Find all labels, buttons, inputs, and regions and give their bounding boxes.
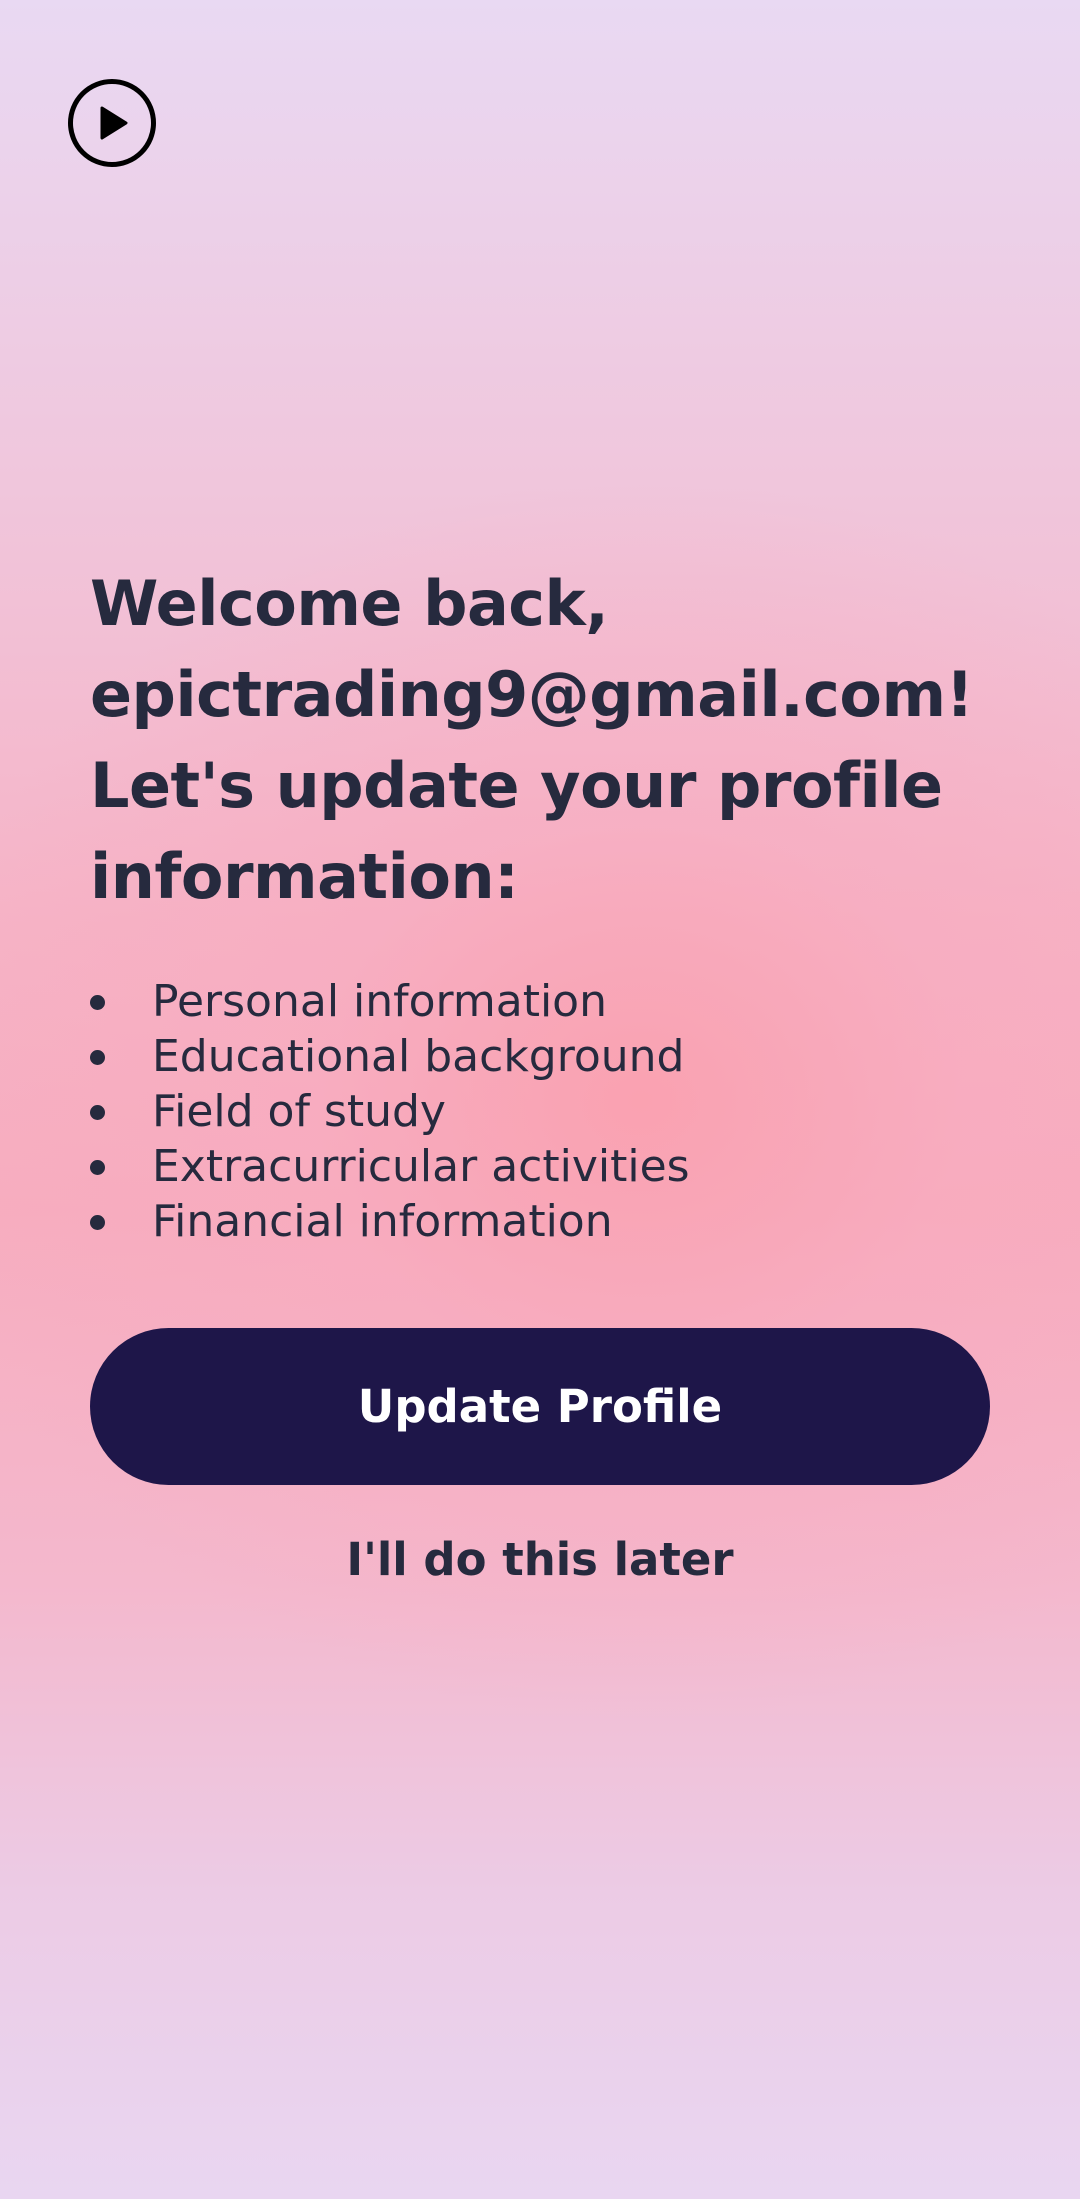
welcome-line-1: Welcome back, xyxy=(90,567,609,640)
play-circle-icon[interactable] xyxy=(68,79,156,167)
list-item: Field of study xyxy=(90,1084,990,1139)
do-later-link[interactable]: I'll do this later xyxy=(90,1533,990,1586)
welcome-line-4: information: xyxy=(90,840,519,913)
profile-sections-list: Personal information Educational backgro… xyxy=(90,974,990,1249)
update-profile-button[interactable]: Update Profile xyxy=(90,1328,990,1485)
play-triangle-icon xyxy=(100,106,128,140)
list-item: Educational background xyxy=(90,1029,990,1084)
welcome-line-2-email: epictrading9@gmail.com! xyxy=(90,658,974,731)
welcome-heading: Welcome back, epictrading9@gmail.com! Le… xyxy=(90,558,990,922)
welcome-section: Welcome back, epictrading9@gmail.com! Le… xyxy=(90,558,990,1249)
list-item: Financial information xyxy=(90,1194,990,1249)
list-item: Extracurricular activities xyxy=(90,1139,990,1194)
welcome-line-3: Let's update your profile xyxy=(90,749,943,822)
list-item: Personal information xyxy=(90,974,990,1029)
